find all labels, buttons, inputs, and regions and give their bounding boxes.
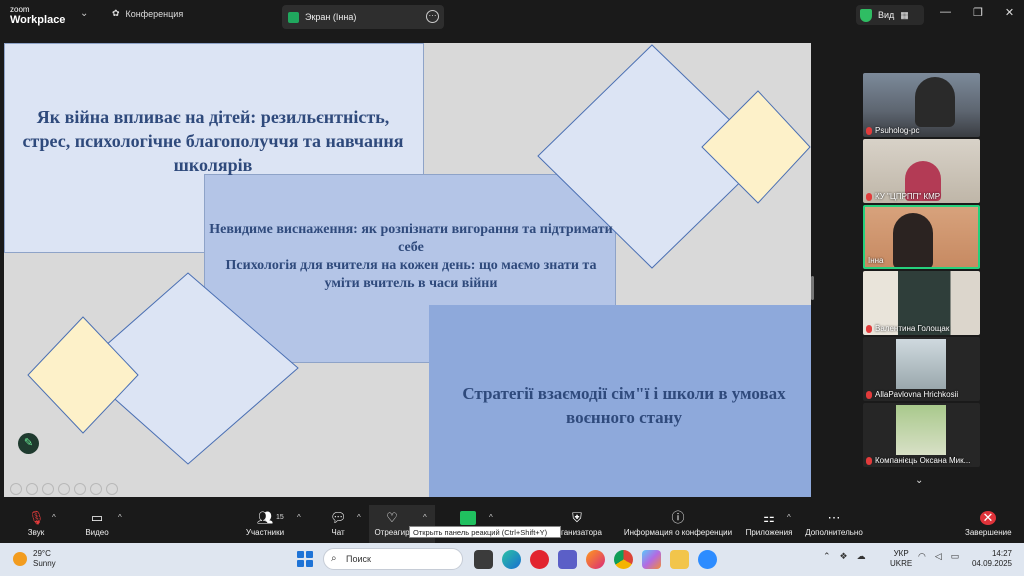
slide-pointer-icon[interactable] [42,483,54,495]
system-tray: ⌃ ❖ ☁ [823,551,866,562]
participant-video [915,77,955,127]
chat-button[interactable]: 💬︎ Чат [328,510,348,538]
task-view-icon[interactable] [474,550,493,569]
edge-icon[interactable] [502,550,521,569]
minimize-icon[interactable]: — [940,6,951,19]
audio-options-caret-icon[interactable]: ^ [52,513,56,522]
battery-icon: ▭ [950,551,960,561]
slide-title-2: Невидиме виснаження: як розпізнати вигор… [209,222,613,291]
network-volume-tray[interactable]: ◠ ◁ ▭ [918,551,959,562]
participant-video [896,339,946,389]
mic-muted-icon [866,390,872,399]
restore-icon[interactable]: ❐ [973,6,983,19]
slide-menu-icon[interactable] [106,483,118,495]
participant-video [896,405,946,455]
windows-taskbar: 29°C Sunny ⌕ Поиск ⌃ ❖ ☁ УКР UKRE ◠ ◁ ▭ … [0,543,1024,576]
weather-widget[interactable]: 29°C Sunny [13,549,56,569]
info-icon: ⓘ [671,510,685,525]
react-button[interactable]: ♡ Отреагир [372,510,412,538]
host-shield-icon: ⛨ [572,510,582,525]
participants-icon: 👥︎ [257,510,274,525]
language-indicator[interactable]: УКР UKRE [890,549,912,569]
participants-caret-icon[interactable]: ^ [297,513,301,522]
security-shield-icon [860,8,872,22]
mic-muted-icon: 🎙︎ [28,510,45,525]
apps-icon: ⚏ [763,510,775,525]
gallery-scroll-down-icon[interactable]: ⌄ [915,475,923,486]
sync-icon[interactable]: ☁ [857,551,866,562]
window-controls: — ❐ ✕ [940,6,1014,19]
shared-screen-slide: Як війна впливає на дітей: резильєнтніст… [4,43,811,497]
share-screen-icon [460,511,476,525]
file-explorer-icon[interactable] [670,550,689,569]
slide-next-icon[interactable] [26,483,38,495]
slide-zoom-icon[interactable] [74,483,86,495]
slide-title-3: Стратегії взаємодії сім"ї і школи в умов… [462,384,786,427]
app-menu-chevron-icon[interactable]: ⌄ [80,8,88,19]
title-bar: zoom Workplace ⌄ ✿ Конференция Экран (Ін… [0,0,1024,32]
audio-button[interactable]: 🎙︎ Звук [22,510,50,538]
share-tab-icon [288,11,299,23]
taskbar-search-box[interactable]: ⌕ Поиск [323,548,463,570]
reactions-tooltip: Открыть панель реакций (Ctrl+Shift+Y) [409,526,561,538]
volume-icon: ◁ [934,551,942,561]
grid-icon: ▦ [900,9,909,20]
heart-icon: ♡ [386,510,398,525]
conference-button[interactable]: ✿ Конференция [112,8,183,19]
mic-muted-icon [866,324,872,333]
end-meeting-icon: ✕ [980,511,996,525]
participant-tile[interactable]: КУ "ЦПРПП" КМР [863,139,980,203]
close-icon[interactable]: ✕ [1005,6,1014,19]
video-camera-icon: ▭ [90,510,104,525]
more-button[interactable]: ⋯ Дополнительно [802,510,866,538]
firefox-icon[interactable] [586,550,605,569]
start-button-icon[interactable] [297,551,313,567]
apps-caret-icon[interactable]: ^ [787,513,791,522]
dropbox-icon[interactable]: ❖ [840,551,848,562]
zoom-taskbar-icon[interactable] [698,550,717,569]
participant-gallery: Psuholog-pc КУ "ЦПРПП" КМР Інна Валентин… [863,73,980,469]
paw-icon: ✿ [112,8,120,18]
share-caret-icon[interactable]: ^ [489,513,493,522]
slide-more-icon[interactable] [90,483,102,495]
participant-tile[interactable]: Валентина Голощак [863,271,980,335]
end-meeting-button[interactable]: ✕ Завершение [965,511,1012,538]
slide-title-1: Як війна впливає на дітей: резильєнтніст… [22,107,404,175]
participant-tile[interactable]: AllaPavlovna Hrichkosii [863,337,980,401]
panel-resize-handle[interactable] [811,276,814,300]
view-button[interactable]: Вид ▦ [856,5,924,25]
video-button[interactable]: ▭ Видео [82,510,112,538]
taskbar-apps [474,550,717,569]
screen-share-tab[interactable]: Экран (Інна) ··· [282,5,444,29]
participant-tile[interactable]: Компанієць Оксана Мик... [863,403,980,467]
slide-nav-tools [10,483,118,495]
chat-icon: 💬︎ [330,510,347,525]
wifi-icon: ◠ [918,551,926,561]
tray-overflow-icon[interactable]: ⌃ [823,551,831,562]
slide-prev-icon[interactable] [10,483,22,495]
annotate-pen-icon[interactable]: ✎ [18,433,39,454]
copilot-icon[interactable] [642,550,661,569]
participant-video [893,213,933,267]
slide-pen-icon[interactable] [58,483,70,495]
mic-muted-icon [866,456,872,465]
taskbar-clock[interactable]: 14:27 04.09.2025 [970,549,1012,569]
meeting-info-button[interactable]: ⓘ Информация о конференции [620,510,736,538]
teams-icon[interactable] [558,550,577,569]
participants-count: 15 [276,514,284,521]
tab-more-icon[interactable]: ··· [426,10,439,23]
opera-icon[interactable] [530,550,549,569]
mic-muted-icon [866,126,872,135]
more-dots-icon: ⋯ [827,510,841,525]
zoom-logo: zoom Workplace [10,5,66,26]
sun-icon [13,552,27,566]
search-icon: ⌕ [331,553,337,564]
chrome-icon[interactable] [614,550,633,569]
participant-tile[interactable]: Psuholog-pc [863,73,980,137]
mic-muted-icon [866,192,872,201]
chat-caret-icon[interactable]: ^ [357,513,361,522]
react-caret-icon[interactable]: ^ [423,513,427,522]
video-options-caret-icon[interactable]: ^ [118,513,122,522]
participant-tile-active[interactable]: Інна [863,205,980,269]
